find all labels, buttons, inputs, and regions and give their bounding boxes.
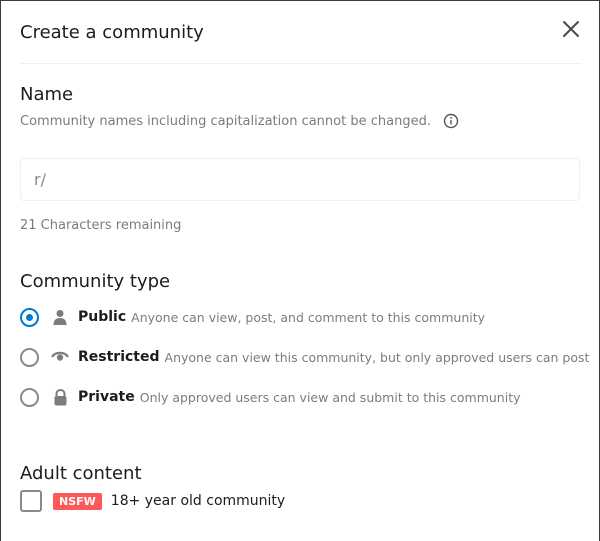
option-description: Anyone can view, post, and comment to th… bbox=[131, 309, 486, 325]
radio-private[interactable] bbox=[20, 387, 39, 407]
nsfw-badge: NSFW bbox=[53, 492, 102, 510]
option-label: Private bbox=[78, 389, 135, 405]
lock-icon bbox=[51, 388, 69, 406]
eye-icon bbox=[51, 348, 69, 366]
community-name-input[interactable] bbox=[47, 171, 579, 188]
community-type-title: Community type bbox=[20, 271, 171, 292]
community-type-option-public[interactable]: Public Anyone can view, post, and commen… bbox=[20, 306, 485, 328]
create-community-modal: Create a community Name Community names … bbox=[0, 0, 600, 541]
adult-content-title: Adult content bbox=[20, 463, 142, 484]
adult-content-label: 18+ year old community bbox=[110, 493, 286, 509]
nsfw-checkbox[interactable] bbox=[20, 490, 42, 512]
name-hint: Community names including capitalization… bbox=[20, 113, 459, 129]
option-description: Anyone can view this community, but only… bbox=[164, 349, 590, 365]
person-icon bbox=[51, 308, 69, 326]
adult-content-option[interactable]: NSFW 18+ year old community bbox=[20, 490, 285, 512]
option-label: Restricted bbox=[78, 349, 160, 365]
community-type-option-private[interactable]: Private Only approved users can view and… bbox=[20, 386, 521, 408]
modal-title: Create a community bbox=[20, 22, 204, 43]
community-type-option-restricted[interactable]: Restricted Anyone can view this communit… bbox=[20, 346, 589, 368]
name-hint-text: Community names including capitalization… bbox=[20, 113, 431, 129]
name-prefix: r/ bbox=[34, 170, 46, 189]
info-icon[interactable] bbox=[443, 113, 459, 129]
community-name-field[interactable]: r/ bbox=[20, 158, 580, 201]
close-button[interactable] bbox=[557, 17, 585, 45]
characters-remaining: 21 Characters remaining bbox=[20, 218, 182, 233]
option-label: Public bbox=[78, 309, 127, 325]
radio-restricted[interactable] bbox=[20, 347, 39, 367]
header-divider bbox=[20, 63, 582, 64]
radio-public[interactable] bbox=[20, 307, 39, 327]
close-icon bbox=[562, 20, 580, 42]
option-description: Only approved users can view and submit … bbox=[139, 389, 521, 405]
name-section-title: Name bbox=[20, 84, 74, 105]
